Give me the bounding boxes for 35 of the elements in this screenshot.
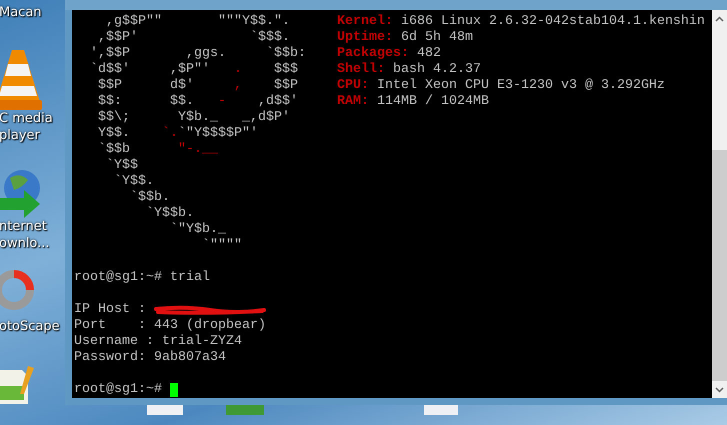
info-label: Shell: — [337, 62, 385, 78]
icon-label: player — [0, 127, 40, 144]
scroll-down-icon[interactable] — [715, 386, 724, 392]
scroll-up-icon[interactable] — [715, 16, 724, 22]
info-value: 6d 5h 48m — [400, 30, 473, 46]
output-line: Port : 443 (dropbear) — [74, 318, 266, 334]
taskbar-item[interactable] — [226, 405, 264, 415]
taskbar-item[interactable] — [147, 405, 183, 415]
command-line: root@sg1:~# trial — [74, 270, 210, 286]
text-cursor — [170, 383, 178, 397]
info-value: bash 4.2.37 — [392, 62, 481, 78]
icon-label: Macan — [0, 4, 42, 21]
info-value: i686 Linux 2.6.32-042stab104.1.kenshin — [400, 14, 705, 30]
icon-label: ownlo... — [0, 235, 50, 252]
command-prompt: root@sg1:~# — [74, 382, 163, 398]
info-value: 114MB / 1024MB — [376, 94, 489, 110]
info-label: Uptime: — [337, 30, 393, 46]
ascii-logo: ,g$$P"" """Y$$.". ,$$P' `$$$. ',$$P ,ggs. `$$b: `d$$' ,$P"' . $$$ $$P d$' , $$P $$: $$. - ,d$$' $$\; Y$b._ _,d$P' Y$$. `.`"Y$$$$P"' `$$b "-.__ `Y$$ `Y$$. `$$b. `Y$$b. `"Y$b._ `"""" — [88, 14, 307, 254]
info-label: RAM: — [337, 94, 369, 110]
info-label: CPU: — [337, 78, 369, 94]
icon-label: nternet — [0, 218, 47, 235]
info-value: 482 — [416, 46, 441, 62]
output-line: IP Host : — [74, 302, 147, 318]
info-value: Intel Xeon CPU E3-1230 v3 @ 3.292GHz — [376, 78, 665, 94]
window-title-bar[interactable] — [65, 0, 727, 10]
scrollbar[interactable] — [712, 10, 727, 398]
info-label: Packages: — [337, 46, 409, 62]
output-line: Username : trial-ZYZ4 — [74, 334, 242, 350]
traffic-cone-icon — [0, 48, 42, 110]
info-label: Kernel: — [337, 14, 393, 30]
output-line: Password: 9ab807a34 — [74, 350, 226, 366]
icon-label: C media — [0, 110, 53, 127]
icon-label: otoScape — [0, 318, 60, 335]
scroll-thumb[interactable] — [712, 150, 727, 381]
taskbar-item[interactable] — [424, 405, 458, 415]
